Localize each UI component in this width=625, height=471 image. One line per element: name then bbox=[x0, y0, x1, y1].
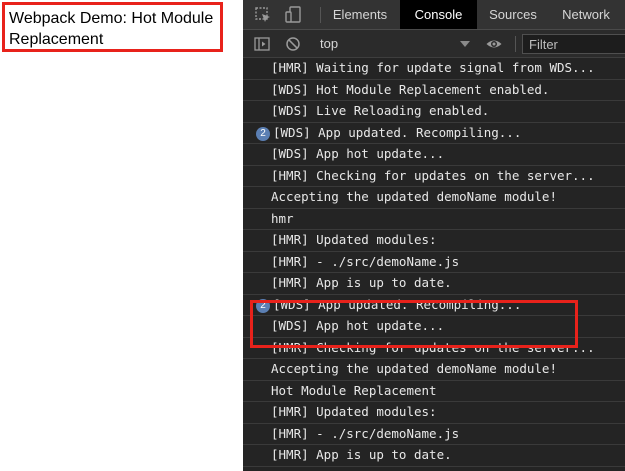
console-message-text: [WDS] Live Reloading enabled. bbox=[271, 103, 490, 118]
console-message[interactable]: 2 [WDS] App updated. Recompiling... bbox=[243, 123, 625, 144]
console-message[interactable]: [HMR] - ./src/demoName.js bbox=[243, 424, 625, 445]
console-message[interactable]: 2 [WDS] App updated. Recompiling... bbox=[243, 295, 625, 316]
console-message-text: [HMR] Updated modules: bbox=[271, 404, 437, 419]
console-message-text: [WDS] App hot update... bbox=[271, 146, 445, 161]
console-message-text: [HMR] App is up to date. bbox=[271, 447, 452, 462]
console-message[interactable]: [HMR] Updated modules: bbox=[243, 230, 625, 252]
repeat-count-badge: 2 bbox=[256, 298, 270, 313]
repeat-count-badge: 2 bbox=[256, 126, 270, 141]
cursor-select-icon[interactable] bbox=[253, 5, 273, 25]
devtools-tabbar: Elements Console Sources Network bbox=[243, 0, 625, 30]
console-message[interactable]: [HMR] Updated modules: bbox=[243, 402, 625, 424]
device-toggle-icon[interactable] bbox=[283, 5, 303, 25]
console-message-text: Accepting the updated demoName module! bbox=[271, 189, 557, 204]
console-message-text: [HMR] Waiting for update signal from WDS… bbox=[271, 60, 595, 75]
clear-console-icon[interactable] bbox=[284, 35, 302, 53]
console-message-text: hmr bbox=[271, 210, 294, 226]
toolbar-divider bbox=[515, 36, 516, 52]
console-message-text: [HMR] Checking for updates on the server… bbox=[271, 339, 595, 355]
console-message[interactable]: Hot Module Replacement bbox=[243, 381, 625, 402]
tab-sources[interactable]: Sources bbox=[479, 0, 547, 29]
console-message[interactable]: [HMR] - ./src/demoName.js bbox=[243, 252, 625, 273]
console-toolbar: top bbox=[243, 30, 625, 58]
console-message-text: Hot Module Replacement bbox=[271, 382, 437, 398]
console-message[interactable]: [HMR] Checking for updates on the server… bbox=[243, 166, 625, 187]
context-select[interactable]: top bbox=[320, 34, 470, 54]
webpage-viewport: Webpack Demo: Hot Module Replacement bbox=[0, 0, 243, 471]
context-select-value: top bbox=[320, 36, 339, 51]
console-message[interactable]: Accepting the updated demoName module! bbox=[243, 359, 625, 381]
console-message[interactable]: [WDS] App hot update... bbox=[243, 316, 625, 338]
console-message[interactable]: [HMR] App is up to date. bbox=[243, 445, 625, 467]
console-message[interactable]: [WDS] App hot update... bbox=[243, 144, 625, 166]
chevron-down-icon bbox=[460, 41, 470, 47]
console-message[interactable]: [HMR] Checking for updates on the server… bbox=[243, 338, 625, 359]
page: Webpack Demo: Hot Module Replacement Ele… bbox=[0, 0, 625, 471]
console-message[interactable]: [HMR] App is up to date. bbox=[243, 273, 625, 295]
sidebar-toggle-icon[interactable] bbox=[253, 35, 271, 53]
tab-elements[interactable]: Elements bbox=[323, 0, 397, 29]
console-message-text: [HMR] - ./src/demoName.js bbox=[271, 253, 460, 269]
console-message-text: Accepting the updated demoName module! bbox=[271, 361, 557, 376]
console-message-text: [HMR] - ./src/demoName.js bbox=[271, 425, 460, 441]
console-message-text: [HMR] Checking for updates on the server… bbox=[271, 167, 595, 183]
page-title: Webpack Demo: Hot Module Replacement bbox=[2, 2, 223, 52]
console-messages: [HMR] Waiting for update signal from WDS… bbox=[243, 58, 625, 471]
console-message[interactable]: [WDS] Live Reloading enabled. bbox=[243, 101, 625, 123]
console-message[interactable]: hmr bbox=[243, 209, 625, 230]
tab-console[interactable]: Console bbox=[400, 0, 477, 29]
console-message[interactable]: Accepting the updated demoName module! bbox=[243, 187, 625, 209]
console-message-text: [WDS] Hot Module Replacement enabled. bbox=[271, 81, 550, 97]
devtools-panel: Elements Console Sources Network top Fil… bbox=[243, 0, 625, 471]
console-message-text: [HMR] App is up to date. bbox=[271, 275, 452, 290]
tab-network[interactable]: Network bbox=[551, 0, 621, 29]
console-message[interactable]: [WDS] Hot Module Replacement enabled. bbox=[243, 80, 625, 101]
console-message-text: [HMR] Updated modules: bbox=[271, 232, 437, 247]
filter-input[interactable] bbox=[522, 34, 625, 54]
console-message-text: [WDS] App updated. Recompiling... bbox=[273, 124, 522, 140]
console-message-text: [WDS] App hot update... bbox=[271, 318, 445, 333]
console-message-text: [WDS] App updated. Recompiling... bbox=[273, 296, 522, 312]
live-expression-eye-icon[interactable] bbox=[485, 35, 503, 53]
console-message[interactable]: [HMR] Waiting for update signal from WDS… bbox=[243, 58, 625, 80]
toolbar-divider bbox=[320, 7, 321, 23]
